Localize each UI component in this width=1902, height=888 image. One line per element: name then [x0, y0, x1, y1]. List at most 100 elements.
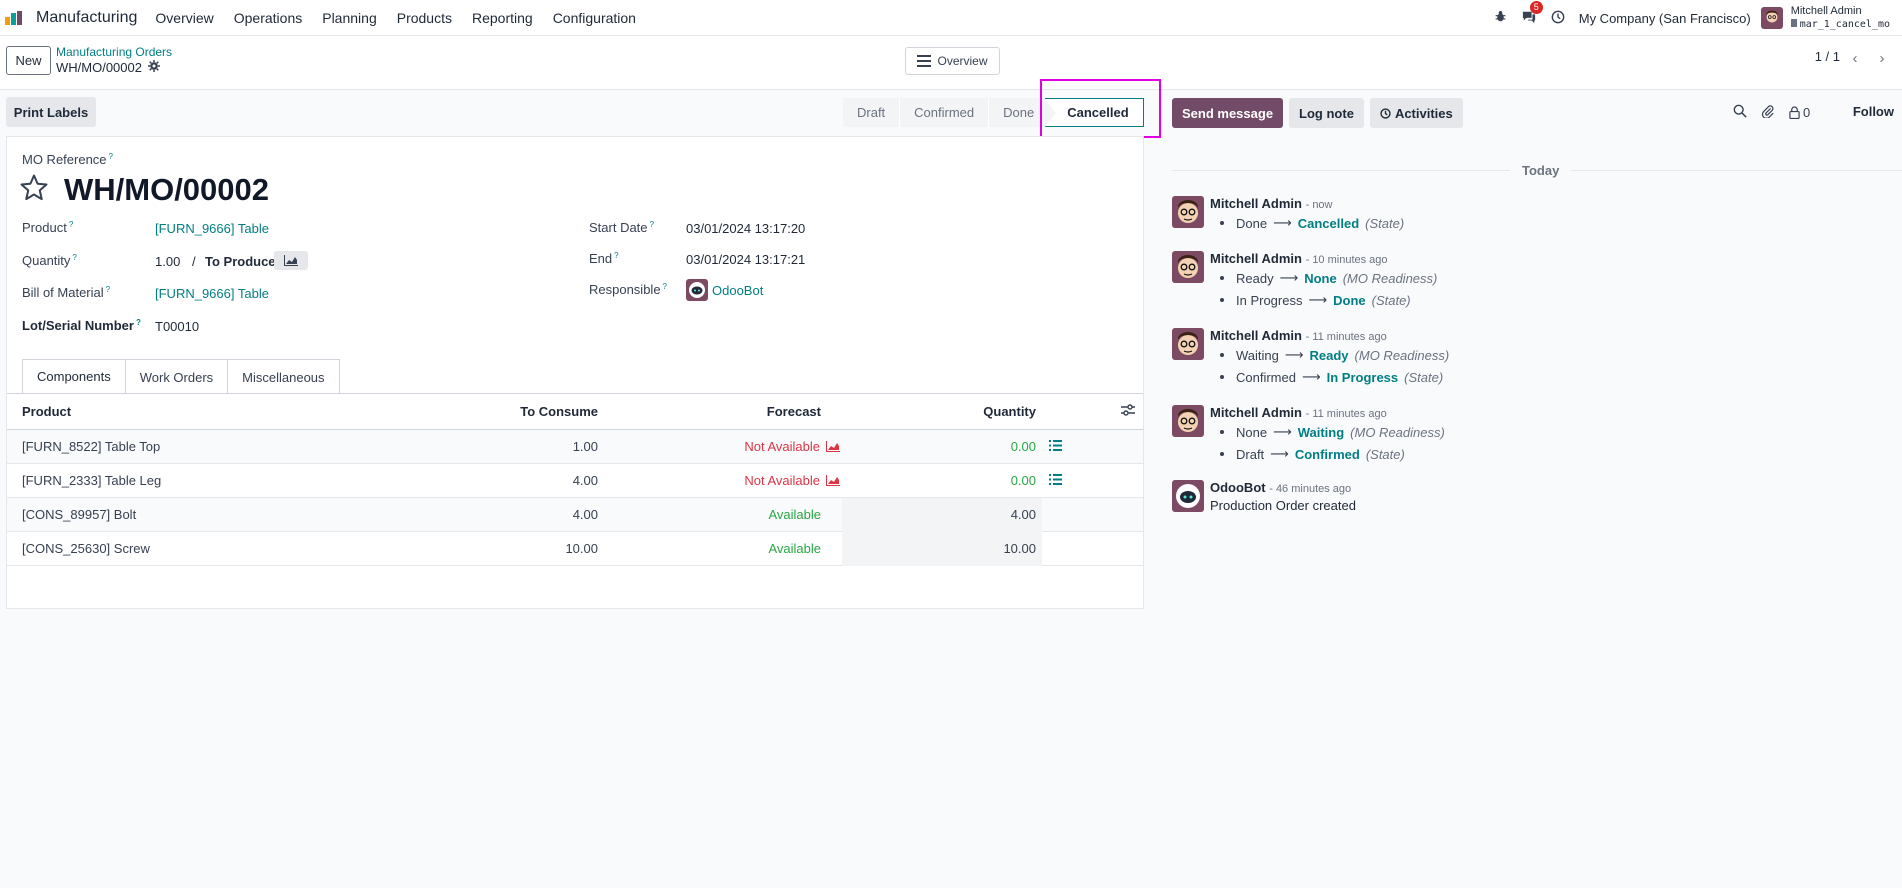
notebook-tabs: Components Work Orders Miscellaneous: [22, 359, 340, 394]
table-row[interactable]: [FURN_2333] Table Leg 4.00 Not Available…: [7, 464, 1143, 498]
activities-button[interactable]: Activities: [1369, 98, 1463, 128]
row-to-consume: 1.00: [572, 439, 598, 454]
row-quantity[interactable]: 10.00: [1003, 541, 1036, 556]
product-field[interactable]: [FURN_9666] Table: [155, 221, 269, 236]
detailed-operations-icon[interactable]: [1049, 439, 1062, 454]
odoobot-avatar[interactable]: [1172, 480, 1204, 512]
pager-previous-icon[interactable]: ‹: [1843, 46, 1867, 70]
pager-value[interactable]: 1 / 1: [1815, 49, 1840, 64]
table-row[interactable]: [FURN_8522] Table Top 1.00 Not Available…: [7, 430, 1143, 464]
menu-operations[interactable]: Operations: [234, 10, 302, 26]
tab-miscellaneous[interactable]: Miscellaneous: [227, 359, 340, 394]
help-icon[interactable]: ?: [663, 282, 667, 291]
message-author[interactable]: Mitchell Admin: [1210, 251, 1302, 266]
responsible-field[interactable]: OdooBot: [686, 279, 763, 301]
message-body: Mitchell Admin - 11 minutes ago Waiting ⟶…: [1210, 328, 1710, 385]
menu-reporting[interactable]: Reporting: [472, 10, 533, 26]
forecast-report-button[interactable]: [274, 251, 308, 270]
print-labels-button[interactable]: Print Labels: [6, 97, 96, 127]
new-button[interactable]: New: [6, 46, 51, 75]
header-forecast[interactable]: Forecast: [767, 404, 821, 419]
breadcrumb-manufacturing-orders[interactable]: Manufacturing Orders: [56, 45, 172, 59]
message-author[interactable]: Mitchell Admin: [1210, 405, 1302, 420]
row-quantity[interactable]: 4.00: [1011, 507, 1036, 522]
row-forecast-text: Not Available: [744, 473, 820, 488]
field-name: (State): [1365, 446, 1405, 462]
tracking-line: Done ⟶ Cancelled (State): [1210, 215, 1710, 231]
paperclip-icon[interactable]: [1761, 104, 1775, 121]
gear-icon[interactable]: [147, 60, 160, 75]
stage-draft[interactable]: Draft: [843, 98, 901, 127]
author-avatar[interactable]: [1172, 405, 1204, 437]
followers-button[interactable]: 0: [1789, 105, 1810, 120]
message-author[interactable]: Mitchell Admin: [1210, 196, 1302, 211]
tab-work-orders[interactable]: Work Orders: [124, 359, 229, 394]
table-row[interactable]: [CONS_25630] Screw 10.00 Available 10.00: [7, 532, 1143, 566]
log-note-button[interactable]: Log note: [1289, 98, 1364, 128]
row-quantity[interactable]: 0.00: [1011, 473, 1036, 488]
stage-confirmed[interactable]: Confirmed: [900, 98, 990, 127]
end-date-field[interactable]: 03/01/2024 13:17:21: [686, 252, 805, 267]
database-name-text: mar_1_cancel_mo: [1799, 19, 1890, 30]
new-value: Cancelled: [1297, 215, 1360, 231]
start-date-label-text: Start Date: [589, 220, 648, 235]
send-message-button[interactable]: Send message: [1172, 98, 1284, 128]
author-avatar[interactable]: [1172, 196, 1204, 228]
help-icon[interactable]: ?: [650, 220, 654, 229]
search-icon[interactable]: [1733, 104, 1747, 121]
menu-overview[interactable]: Overview: [155, 10, 213, 26]
star-icon[interactable]: [19, 173, 49, 206]
manufacturing-app-icon[interactable]: [5, 10, 27, 25]
row-quantity[interactable]: 0.00: [1011, 439, 1036, 454]
activity-clock-icon[interactable]: [1551, 10, 1565, 27]
help-icon[interactable]: ?: [72, 253, 76, 262]
optional-columns-icon[interactable]: [1121, 404, 1135, 419]
user-avatar[interactable]: [1760, 7, 1783, 29]
message-author[interactable]: Mitchell Admin: [1210, 328, 1302, 343]
tracking-line: Ready ⟶ None (MO Readiness): [1210, 270, 1710, 286]
start-date-field[interactable]: 03/01/2024 13:17:20: [686, 221, 805, 236]
quantity-field[interactable]: 1.00: [155, 254, 180, 269]
menu-products[interactable]: Products: [397, 10, 452, 26]
quantity-separator: /: [192, 254, 196, 269]
author-avatar[interactable]: [1172, 251, 1204, 283]
pager-next-icon[interactable]: ›: [1870, 46, 1894, 70]
user-menu[interactable]: Mitchell Admin mar_1_cancel_mo: [1790, 5, 1890, 31]
help-icon[interactable]: ?: [106, 285, 110, 294]
debug-bug-icon[interactable]: [1494, 10, 1507, 26]
help-icon[interactable]: ?: [109, 152, 113, 161]
forecast-chart-icon[interactable]: [826, 475, 840, 486]
bom-field[interactable]: [FURN_9666] Table: [155, 286, 269, 301]
overview-button-label: Overview: [937, 54, 988, 68]
mo-reference-label: MO Reference?: [22, 152, 113, 167]
company-switcher[interactable]: My Company (San Francisco): [1579, 11, 1751, 26]
row-forecast: Not Available: [744, 473, 840, 488]
mo-title[interactable]: WH/MO/00002: [64, 172, 269, 208]
row-forecast: Not Available: [744, 439, 840, 454]
message-author[interactable]: OdooBot: [1210, 480, 1266, 495]
table-header: Product To Consume Forecast Quantity: [7, 394, 1143, 430]
lot-serial-field[interactable]: T00010: [155, 319, 199, 334]
detailed-operations-icon[interactable]: [1049, 473, 1062, 488]
header-product[interactable]: Product: [22, 404, 71, 419]
stage-done[interactable]: Done: [989, 98, 1046, 127]
new-value: Waiting: [1297, 424, 1345, 440]
help-icon[interactable]: ?: [136, 318, 141, 327]
menu-configuration[interactable]: Configuration: [553, 10, 636, 26]
table-row[interactable]: [CONS_89957] Bolt 4.00 Available 4.00: [7, 498, 1143, 532]
forecast-chart-icon[interactable]: [826, 441, 840, 452]
header-quantity[interactable]: Quantity: [983, 404, 1036, 419]
messages-icon[interactable]: 5: [1521, 0, 1543, 27]
overview-button[interactable]: Overview: [905, 47, 1000, 75]
app-name[interactable]: Manufacturing: [36, 9, 137, 27]
mo-reference-label-text: MO Reference: [22, 152, 107, 167]
author-avatar[interactable]: [1172, 328, 1204, 360]
tab-components[interactable]: Components: [22, 359, 126, 394]
help-icon[interactable]: ?: [69, 220, 73, 229]
header-to-consume[interactable]: To Consume: [520, 404, 598, 419]
menu-planning[interactable]: Planning: [322, 10, 377, 26]
help-icon[interactable]: ?: [614, 251, 618, 260]
follow-button[interactable]: Follow: [1853, 104, 1894, 119]
row-product: [CONS_25630] Screw: [22, 541, 150, 556]
stage-cancelled[interactable]: Cancelled: [1044, 98, 1144, 128]
